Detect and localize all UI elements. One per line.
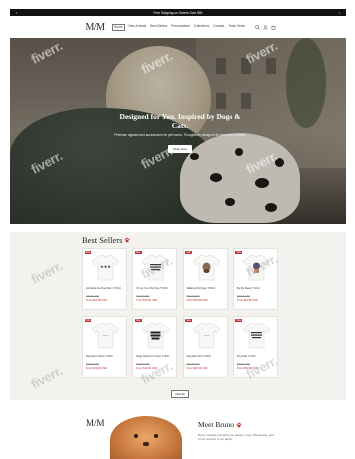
nav-item-home[interactable]: Home <box>112 23 125 31</box>
tshirt-image[interactable] <box>141 322 170 349</box>
account-icon[interactable] <box>263 24 268 30</box>
product-name[interactable]: Be My Daisy T-Shirt <box>237 287 277 290</box>
tshirt-image[interactable]: ★★★ <box>91 254 120 281</box>
paw-icon <box>236 422 242 427</box>
tshirt-image[interactable] <box>192 254 221 281</box>
nav-item-collections[interactable]: Collections <box>194 24 210 31</box>
tshirt-image[interactable] <box>242 254 271 281</box>
product-name[interactable]: Dog Dad T-Shirt <box>237 355 277 358</box>
nav-item-track-order[interactable]: Track Order <box>228 24 245 31</box>
nav-item-personalized[interactable]: Personalized <box>171 24 189 31</box>
hero-content: Designed for You. Inspired by Dogs & Cat… <box>90 112 270 155</box>
product-name[interactable]: I'd Let Your Pet Dog T-Shirt <box>136 287 176 290</box>
tshirt-image[interactable]: ~ ~ <box>91 322 120 349</box>
product-card[interactable]: Sale Dogs Hair Don't Care T-Shirt $29.99 U… <box>132 316 178 378</box>
product-card[interactable]: Sale Walking My Dogs T-Shirt $29.99 USD Fro… <box>182 248 228 310</box>
prev-arrow-icon[interactable]: ‹ <box>16 10 17 15</box>
header-icons <box>255 24 276 30</box>
hero-title: Designed for You. Inspired by Dogs & Cat… <box>90 112 270 130</box>
product-price: From $19.99 USD <box>236 298 258 302</box>
cart-icon[interactable] <box>271 25 276 30</box>
search-icon[interactable] <box>255 24 260 30</box>
best-sellers-title: Best Sellers <box>82 235 123 245</box>
product-card[interactable]: Sale ~ ~ Dog Mom Era T-Shirt $29.99 USD From… <box>182 316 228 378</box>
meet-bruno-section: M/M Meet Bruno Bruno inspired everything… <box>10 400 346 459</box>
main-nav: Home New Arrivals Best Sellers Personali… <box>112 23 245 31</box>
bruno-dog-photo <box>110 416 182 459</box>
nav-item-best-sellers[interactable]: Best Sellers <box>150 24 167 31</box>
view-all-button[interactable]: View All <box>171 390 189 398</box>
product-price: From $19.99 USD <box>86 298 107 302</box>
product-price: From $19.99 USD <box>136 366 158 370</box>
product-price: From $19.99 USD <box>86 366 107 370</box>
shop-now-button[interactable]: Shop Now <box>168 145 192 153</box>
next-arrow-icon[interactable]: › <box>339 10 340 15</box>
product-name[interactable]: Dogs Hair Don't Care T-Shirt <box>136 355 176 358</box>
product-card[interactable]: Sale Dog Dad T-Shirt $29.99 USD From $19.99… <box>232 316 278 378</box>
product-card[interactable]: Sale ~ ~ Dog Mom Vibes T-Shirt $29.99 USD Fr… <box>82 316 127 378</box>
announcement-bar: ‹ Free Shipping on Orders Over $50 › <box>10 9 346 16</box>
product-name[interactable]: Walking My Dogs T-Shirt <box>187 287 227 290</box>
product-name[interactable]: Dog Mom Era T-Shirt <box>187 355 227 358</box>
nav-item-new-arrivals[interactable]: New Arrivals <box>129 24 147 31</box>
svg-text:~ ~: ~ ~ <box>203 333 209 338</box>
svg-text:★★★: ★★★ <box>100 264 111 269</box>
site-header: M/M Home New Arrivals Best Sellers Perso… <box>10 16 346 38</box>
tshirt-image[interactable] <box>242 322 271 349</box>
product-card[interactable]: Sale Be My Daisy T-Shirt $29.99 USD From $1… <box>232 248 278 310</box>
section-gap <box>10 224 346 232</box>
product-price: From $19.99 USD <box>236 366 258 370</box>
paw-icon <box>124 237 130 243</box>
product-price: From $19.99 USD <box>186 298 208 302</box>
product-grid: Sale ★★★ All About the Dog Mom T-Shirt $29.… <box>82 248 278 378</box>
hero-title-line-2: Cats. <box>171 120 189 130</box>
logo[interactable]: M/M <box>82 22 108 33</box>
product-name[interactable]: All About the Dog Mom T-Shirt <box>86 287 126 290</box>
hero-banner: Designed for You. Inspired by Dogs & Cat… <box>10 38 346 224</box>
best-sellers-heading: Best Sellers <box>82 235 130 245</box>
product-card[interactable]: Sale ★★★ All About the Dog Mom T-Shirt $29.… <box>82 248 127 310</box>
svg-text:~ ~: ~ ~ <box>103 333 109 338</box>
meet-title: Meet Bruno <box>198 420 235 429</box>
product-name[interactable]: Dog Mom Vibes T-Shirt <box>86 355 126 358</box>
nav-item-contact[interactable]: Contact <box>213 24 224 31</box>
product-price: From $19.99 USD <box>136 298 158 302</box>
meet-heading: Meet Bruno <box>198 420 242 429</box>
meet-logo: M/M <box>86 418 105 428</box>
hero-subtitle: Premium apparel and accessories for pet … <box>114 133 246 137</box>
product-price: From $19.99 USD <box>186 366 208 370</box>
page: ‹ Free Shipping on Orders Over $50 › M/M… <box>10 0 346 459</box>
announcement-text: Free Shipping on Orders Over $50 <box>153 10 203 15</box>
tshirt-image[interactable]: ~ ~ <box>192 322 221 349</box>
tshirt-image[interactable] <box>141 254 170 281</box>
best-sellers-section: Best Sellers Sale ★★★ All About the Dog Mo… <box>10 232 346 400</box>
product-card[interactable]: Sale I'd Let Your Pet Dog T-Shirt $29.99 U… <box>132 248 178 310</box>
meet-description: Bruno inspired everything we design. Loy… <box>198 433 274 441</box>
